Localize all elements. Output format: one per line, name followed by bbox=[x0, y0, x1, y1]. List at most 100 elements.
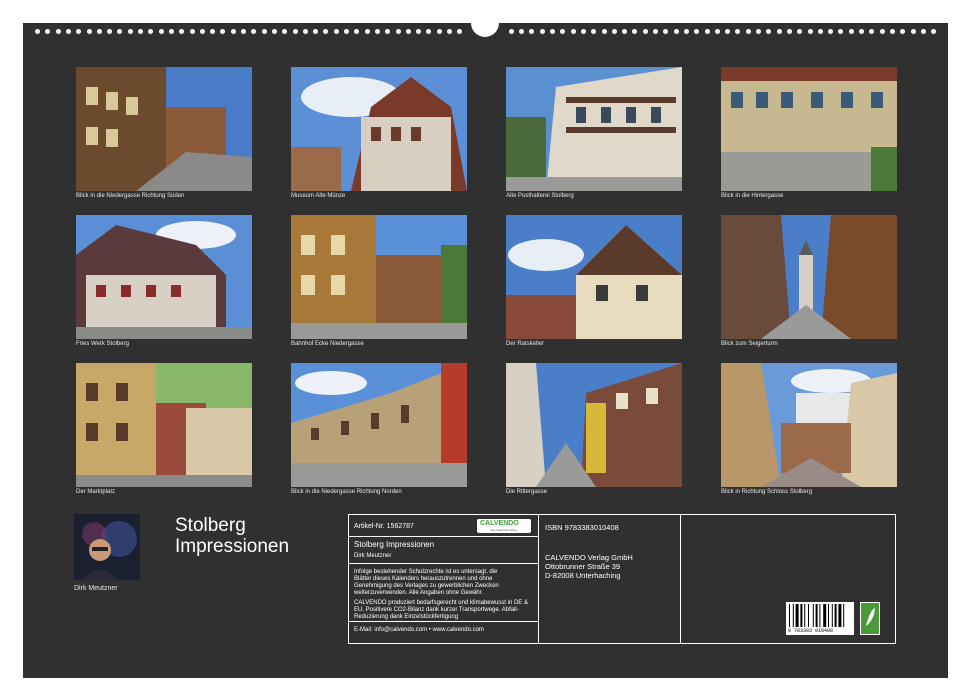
legal-line: Infolge bestehender Schutzrechte ist es … bbox=[354, 569, 498, 575]
barcode-bar bbox=[812, 604, 814, 627]
binding-hole bbox=[508, 29, 514, 34]
binding-hole bbox=[261, 29, 267, 34]
barcode-bar bbox=[831, 604, 833, 627]
binding-hole bbox=[148, 29, 154, 34]
barcode-bar bbox=[800, 604, 803, 627]
photo-caption: Alte Posthalterei Stolberg bbox=[506, 193, 574, 199]
barcode-bar bbox=[823, 604, 827, 627]
binding-hole bbox=[889, 29, 895, 34]
binding-hole bbox=[869, 29, 875, 34]
binding-hole bbox=[416, 29, 422, 34]
binding-hole bbox=[519, 29, 525, 34]
photo-caption: Blick in die Niedergasse Richtung Süden bbox=[76, 193, 185, 199]
eco-line: Reduzierung dank Einzelstückfertigung bbox=[354, 614, 459, 620]
barcode-bar bbox=[795, 604, 799, 627]
binding-hole bbox=[127, 29, 133, 34]
binding-hole bbox=[910, 29, 916, 34]
binding-hole bbox=[271, 29, 277, 34]
binding-hole bbox=[797, 29, 803, 34]
photo-thumbnail bbox=[721, 215, 897, 339]
binding-hole bbox=[210, 29, 216, 34]
binding-hole bbox=[756, 29, 761, 34]
photo-thumbnail bbox=[291, 363, 467, 487]
binding-hole bbox=[673, 29, 679, 34]
eco-line: CALVENDO produziert bedarfsgerecht und k… bbox=[354, 600, 528, 606]
binding-hole bbox=[653, 29, 658, 34]
binding-hole bbox=[550, 29, 555, 34]
barcode-bar bbox=[808, 604, 809, 627]
binding-hole bbox=[776, 29, 782, 34]
barcode: 9 783383 010408 bbox=[786, 602, 854, 635]
binding-hole bbox=[35, 29, 40, 34]
barcode-bar bbox=[843, 604, 845, 627]
binding-hole bbox=[931, 29, 937, 34]
photo-thumbnail bbox=[506, 67, 682, 191]
binding-hole bbox=[168, 29, 174, 34]
binding-hole bbox=[179, 29, 185, 34]
binding-hole bbox=[807, 29, 813, 34]
binding-hole bbox=[580, 29, 586, 34]
binding-hole bbox=[45, 29, 51, 34]
logo-tagline: Die Kalenderverlag bbox=[491, 528, 517, 532]
binding-hole bbox=[920, 29, 926, 34]
binding-hole bbox=[745, 29, 751, 34]
binding-hole bbox=[65, 29, 71, 34]
binding-hole bbox=[570, 29, 576, 34]
product-author: Dirk Meutzner bbox=[354, 553, 392, 559]
binding-hole bbox=[230, 29, 236, 34]
binding-hole bbox=[642, 29, 648, 34]
binding-hole bbox=[766, 29, 772, 34]
binding-hole bbox=[395, 29, 401, 34]
photo-caption: Bahnhof Ecke Niedergasse bbox=[291, 341, 364, 347]
photo-thumbnail bbox=[76, 67, 252, 191]
publisher-line: Ottobrunner Straße 39 bbox=[545, 562, 621, 571]
article-number: Artikel-Nr. 1562787 bbox=[354, 523, 414, 530]
divider bbox=[349, 563, 538, 564]
calvendo-logo: CALVENDO Die Kalenderverlag bbox=[477, 519, 531, 533]
logo-text: CALVENDO bbox=[480, 520, 519, 527]
legal-line: Genehmigung des Verlages zu gewerblichen… bbox=[354, 583, 499, 589]
binding-hole bbox=[55, 29, 61, 34]
binding-hole bbox=[86, 29, 92, 34]
legal-line: weiterzuverwenden. Alle Angaben ohne Gew… bbox=[354, 590, 484, 596]
binding-hole bbox=[859, 29, 864, 34]
photo-caption: Blick in die Hintergasse bbox=[721, 193, 784, 199]
author-portrait bbox=[74, 514, 140, 580]
photo-thumbnail bbox=[506, 215, 682, 339]
binding-hole bbox=[302, 29, 308, 34]
binding-hole bbox=[560, 29, 566, 34]
binding-hole bbox=[220, 29, 226, 34]
binding-hole bbox=[447, 29, 452, 34]
binding-hole bbox=[323, 29, 329, 34]
binding-hole bbox=[632, 29, 638, 34]
eco-line: EU. Positivere CO2-Bilanz dank kurzer Tr… bbox=[354, 607, 519, 613]
divider bbox=[349, 621, 538, 622]
photo-caption: Fries Werk Stolberg bbox=[76, 341, 129, 347]
binding-hole bbox=[786, 29, 792, 34]
binding-hole bbox=[158, 29, 164, 34]
barcode-bar bbox=[819, 604, 821, 627]
calendar-back-page: Blick in die Niedergasse Richtung Süden … bbox=[23, 15, 948, 678]
title-line: Impressionen bbox=[175, 536, 290, 557]
binding-hole bbox=[333, 29, 339, 34]
publisher-line: CALVENDO Verlag GmbH bbox=[545, 553, 633, 562]
photo-caption: Blick in Richtung Schloss Stolberg bbox=[721, 489, 813, 495]
binding-hole bbox=[354, 29, 360, 34]
binding-hole bbox=[622, 29, 628, 34]
legal-line: Blätter dieses Kalenders herauszutrennen… bbox=[354, 576, 493, 582]
photo-thumbnail bbox=[506, 363, 682, 487]
binding-hole bbox=[241, 29, 246, 34]
binding-hole bbox=[714, 29, 720, 34]
binding-hole bbox=[828, 29, 834, 34]
binding-hole bbox=[694, 29, 700, 34]
binding-hole bbox=[426, 29, 432, 34]
binding-hole bbox=[436, 29, 442, 34]
binding-hole bbox=[725, 29, 731, 34]
photo-caption: Die Rittergasse bbox=[506, 489, 548, 495]
isbn: ISBN 9783383010408 bbox=[545, 523, 619, 532]
barcode-digits: 9 783383 010408 bbox=[788, 628, 834, 634]
binding-hole bbox=[138, 29, 143, 34]
binding-hole bbox=[838, 29, 844, 34]
binding-hole bbox=[344, 29, 349, 34]
binding-hole bbox=[879, 29, 885, 34]
